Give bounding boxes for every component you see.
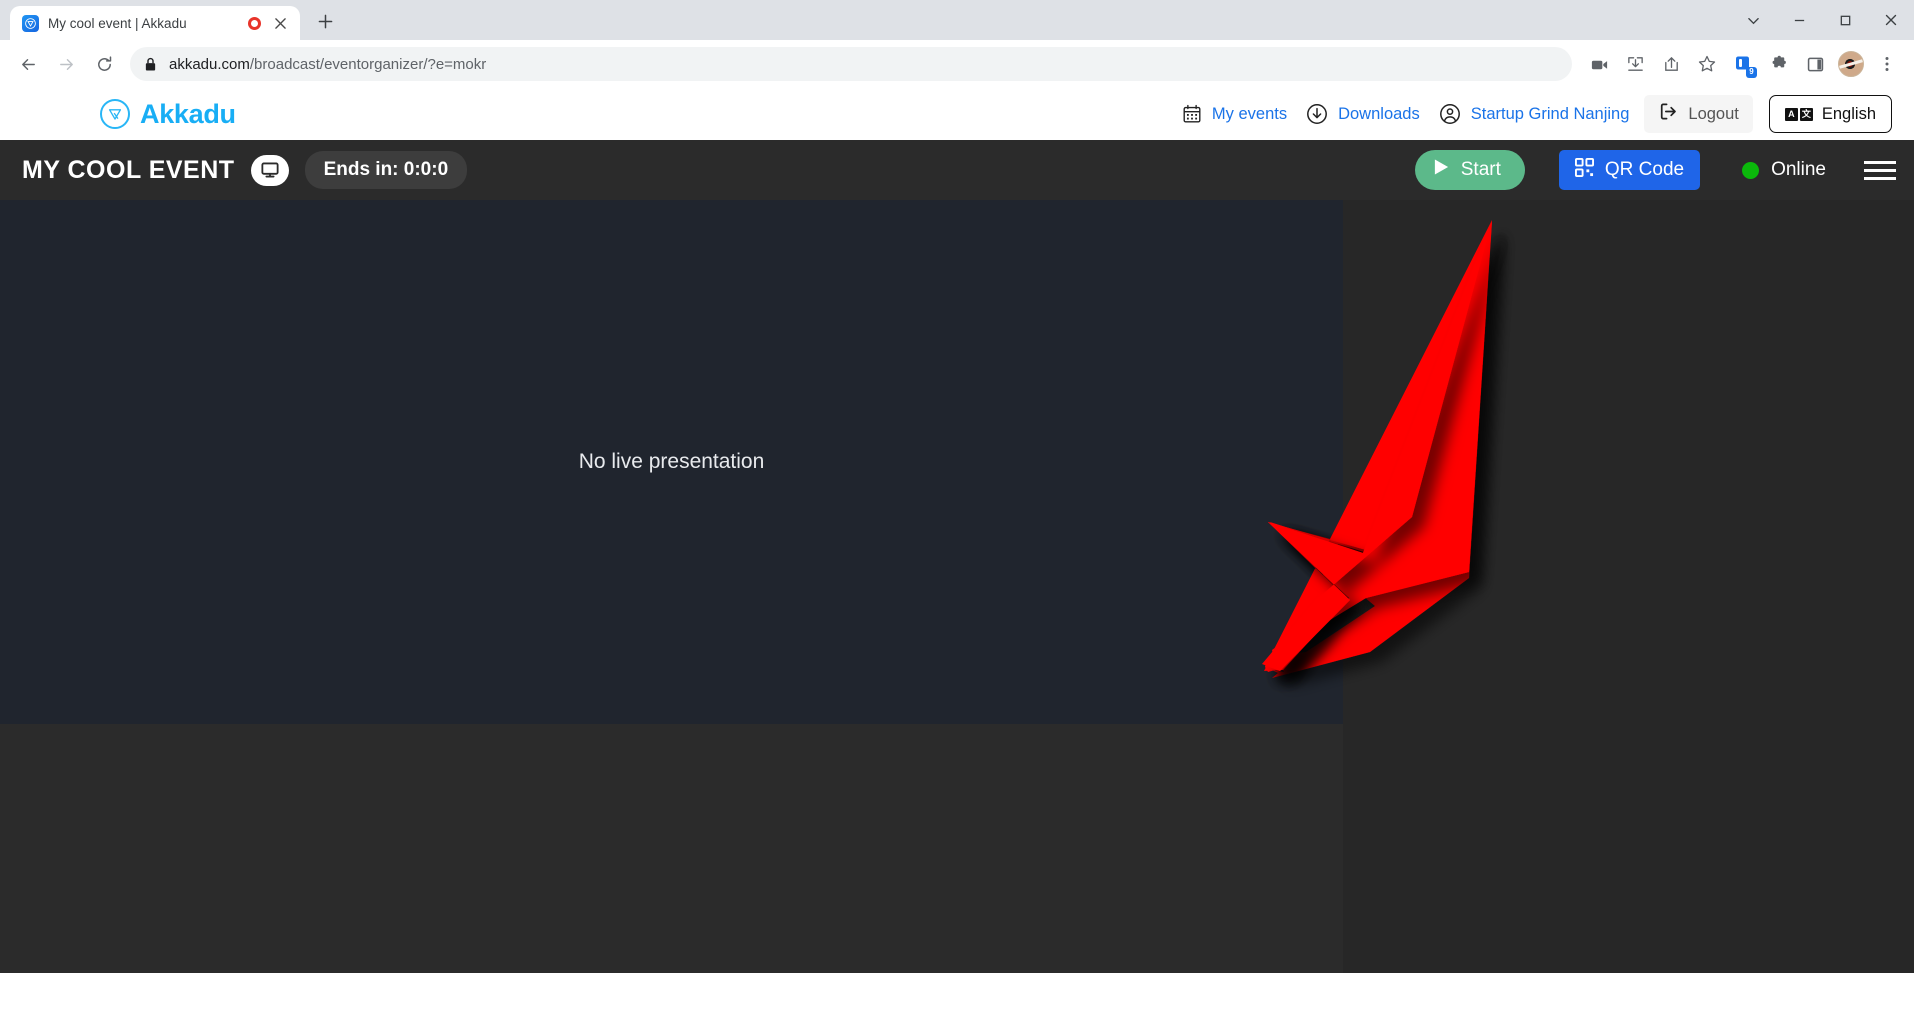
nav-label-my-events: My events: [1211, 104, 1288, 123]
window-controls: [1730, 0, 1914, 40]
status-badge: Online: [1742, 159, 1826, 181]
logout-button[interactable]: Logout: [1644, 95, 1753, 133]
tab-title: My cool event | Akkadu: [48, 15, 187, 31]
translate-icon: A 文: [1784, 107, 1813, 121]
qr-code-icon: [1574, 157, 1594, 183]
page-title: MY COOL EVENT: [22, 155, 235, 184]
side-panel-icon[interactable]: [1798, 47, 1832, 81]
window-close-icon[interactable]: [1868, 0, 1914, 40]
translate-icon-source: A: [1784, 107, 1798, 121]
event-timer: Ends in: 0:0:0: [304, 151, 468, 189]
qr-code-button-label: QR Code: [1604, 159, 1685, 180]
akkadu-favicon: [22, 14, 39, 32]
brand-logo[interactable]: Akkadu: [100, 99, 236, 130]
user-circle-icon: [1438, 102, 1462, 126]
status-label: Online: [1771, 159, 1826, 180]
profile-avatar-icon[interactable]: [1834, 47, 1868, 81]
recording-dot-icon: [248, 16, 261, 30]
logout-label: Logout: [1688, 104, 1739, 123]
lower-panel: [0, 724, 1343, 973]
hamburger-line: [1864, 160, 1896, 164]
url-path: /broadcast/eventorganizer/?e=mokr: [249, 55, 487, 73]
header-nav: My events Downloads Startup Grind Nanjin…: [1172, 95, 1892, 133]
hamburger-menu-icon[interactable]: [1864, 160, 1896, 180]
play-icon: [1433, 158, 1450, 182]
maximize-icon[interactable]: [1822, 0, 1868, 40]
start-button[interactable]: Start: [1414, 150, 1525, 190]
nav-item-account[interactable]: Startup Grind Nanjing: [1429, 102, 1639, 126]
close-icon[interactable]: [270, 13, 290, 33]
browser-tab[interactable]: My cool event | Akkadu: [10, 6, 300, 40]
back-arrow-icon[interactable]: [10, 46, 46, 82]
nav-item-my-events[interactable]: My events: [1172, 103, 1296, 125]
reload-icon[interactable]: [86, 46, 122, 82]
install-app-icon[interactable]: [1618, 47, 1652, 81]
side-panel: [1343, 200, 1914, 973]
bookmark-star-icon[interactable]: [1690, 47, 1724, 81]
logout-icon: [1658, 101, 1679, 127]
address-bar-url: akkadu.com/broadcast/eventorganizer/?e=m…: [169, 56, 486, 73]
status-dot-icon: [1742, 161, 1760, 179]
forward-arrow-icon[interactable]: [48, 46, 84, 82]
minimize-icon[interactable]: [1776, 0, 1822, 40]
nav-label-account: Startup Grind Nanjing: [1470, 104, 1630, 123]
hamburger-line: [1864, 168, 1896, 172]
browser-toolbar: akkadu.com/broadcast/eventorganizer/?e=m…: [0, 40, 1914, 88]
url-host: akkadu.com: [169, 55, 250, 73]
nav-item-downloads[interactable]: Downloads: [1296, 102, 1429, 126]
share-icon[interactable]: [1654, 47, 1688, 81]
browser-chrome: My cool event | Akkadu akkadu.com/broadc…: [0, 0, 1914, 88]
translate-icon-target: 文: [1799, 107, 1813, 121]
akkadu-logo-icon: [100, 99, 130, 129]
site-header: Akkadu My events Downloads Startup Grind…: [0, 88, 1914, 140]
monitor-icon[interactable]: [250, 154, 289, 186]
start-button-label: Start: [1460, 159, 1501, 180]
chrome-menu-icon[interactable]: [1870, 47, 1904, 81]
tab-strip: My cool event | Akkadu: [0, 0, 1914, 40]
nav-label-downloads: Downloads: [1338, 104, 1420, 123]
extensions-puzzle-icon[interactable]: [1762, 47, 1796, 81]
chevron-down-icon[interactable]: [1730, 0, 1776, 40]
presentation-placeholder-text: No live presentation: [578, 450, 765, 473]
hamburger-line: [1864, 176, 1896, 180]
new-tab-button[interactable]: [308, 4, 342, 38]
event-toolbar: MY COOL EVENT Ends in: 0:0:0 Start QR Co…: [0, 140, 1914, 200]
language-selector[interactable]: A 文 English: [1768, 95, 1892, 133]
calendar-icon: [1181, 103, 1203, 125]
presentation-panel: No live presentation: [0, 200, 1343, 724]
brand-name: Akkadu: [140, 98, 236, 129]
address-bar[interactable]: akkadu.com/broadcast/eventorganizer/?e=m…: [130, 47, 1572, 81]
event-timer-label: Ends in: 0:0:0: [323, 159, 449, 180]
lock-icon: [144, 57, 157, 72]
avatar: [1838, 51, 1864, 77]
qr-code-button[interactable]: QR Code: [1558, 150, 1701, 190]
toolbar-icons: 9: [1582, 47, 1904, 81]
extension-pocket-icon[interactable]: 9: [1726, 47, 1760, 81]
download-circle-icon: [1305, 102, 1329, 126]
event-stage: No live presentation: [0, 200, 1914, 982]
video-camera-icon[interactable]: [1582, 47, 1616, 81]
extension-badge-count: 9: [1746, 67, 1757, 78]
language-label: English: [1821, 104, 1876, 123]
